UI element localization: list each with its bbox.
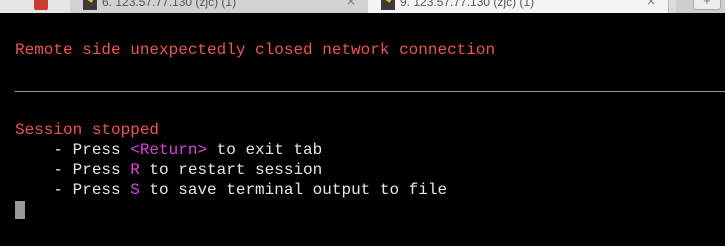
tab-close-icon[interactable]: × [346, 0, 356, 8]
instruction-suffix: to restart session [139, 161, 323, 179]
terminal-cursor [15, 201, 25, 219]
error-message: Remote side unexpectedly closed network … [15, 41, 496, 59]
key-return: <Return> [130, 141, 208, 159]
instruction-line-exit: - Press <Return> to exit tab [15, 140, 322, 160]
app-icon[interactable] [34, 0, 48, 10]
instruction-suffix: to exit tab [207, 141, 323, 159]
instruction-prefix: - Press [15, 181, 131, 199]
instruction-prefix: - Press [15, 141, 131, 159]
tab-session-6[interactable]: 6. 123.57.77.130 (zjc) (1) × [70, 0, 369, 13]
terminal-output[interactable]: Remote side unexpectedly closed network … [0, 13, 725, 246]
new-tab-button[interactable]: + [693, 0, 721, 10]
tab-strip: 6. 123.57.77.130 (zjc) (1) × 9. 123.57.7… [0, 0, 725, 13]
instruction-line-save: - Press S to save terminal output to fil… [15, 180, 447, 200]
tab-label: 6. 123.57.77.130 (zjc) (1) [102, 0, 237, 9]
separator-line [15, 91, 725, 92]
instruction-suffix: to save terminal output to file [139, 181, 448, 199]
tab-strip-end: + [676, 0, 725, 13]
session-status: Session stopped [15, 121, 160, 139]
key-s: S [130, 181, 140, 199]
app-menu-area[interactable] [0, 0, 70, 13]
instruction-line-restart: - Press R to restart session [15, 160, 322, 180]
tab-label: 9. 123.57.77.130 (zjc) (1) [400, 0, 535, 9]
tab-session-9[interactable]: 9. 123.57.77.130 (zjc) (1) × [368, 0, 669, 13]
instruction-prefix: - Press [15, 161, 131, 179]
terminal-tab-icon [381, 0, 395, 10]
tab-close-icon[interactable]: × [646, 0, 656, 8]
terminal-tab-icon [83, 0, 97, 10]
key-r: R [130, 161, 140, 179]
terminal-window: 6. 123.57.77.130 (zjc) (1) × 9. 123.57.7… [0, 0, 725, 246]
